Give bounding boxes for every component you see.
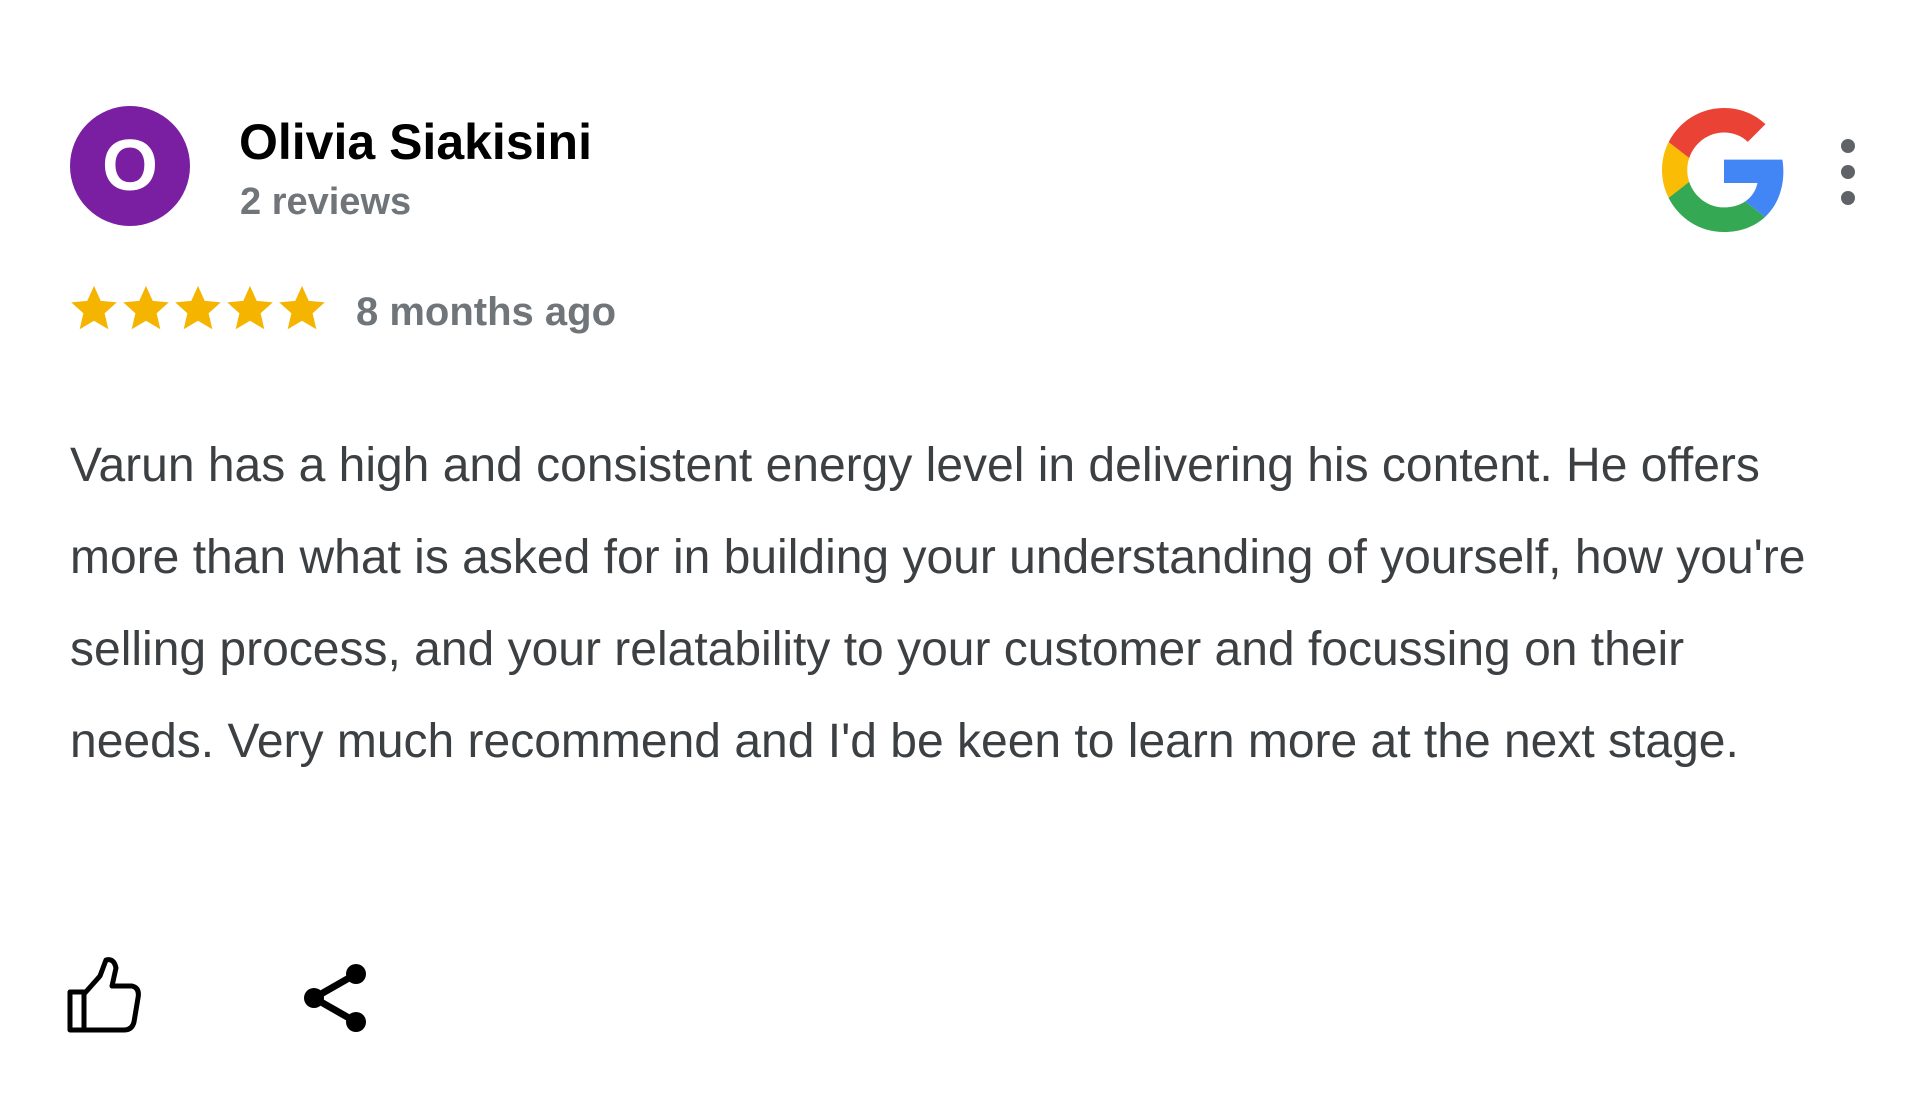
star-icon [123,285,169,330]
star-icon [175,285,221,330]
review-card: O Olivia Siakisini 2 reviews 8 months ag… [0,0,1920,1100]
review-time: 8 months ago [356,290,617,334]
share-button[interactable] [300,960,370,1036]
thumbs-up-icon [67,957,141,1033]
author-name[interactable]: Olivia Siakisini [239,112,592,172]
review-text: Varun has a high and consistent energy l… [70,439,1806,768]
star-rating [68,282,328,334]
review-count: 2 reviews [240,181,412,223]
avatar-initial: O [101,126,158,206]
star-icon [227,285,273,330]
star-icon [279,285,325,330]
star-icon [71,285,117,330]
google-logo-icon [1662,108,1784,232]
more-options-button[interactable] [1828,132,1868,212]
more-vert-icon [1841,139,1855,205]
share-icon [304,964,366,1032]
avatar[interactable]: O [70,106,190,226]
like-button[interactable] [66,956,142,1036]
